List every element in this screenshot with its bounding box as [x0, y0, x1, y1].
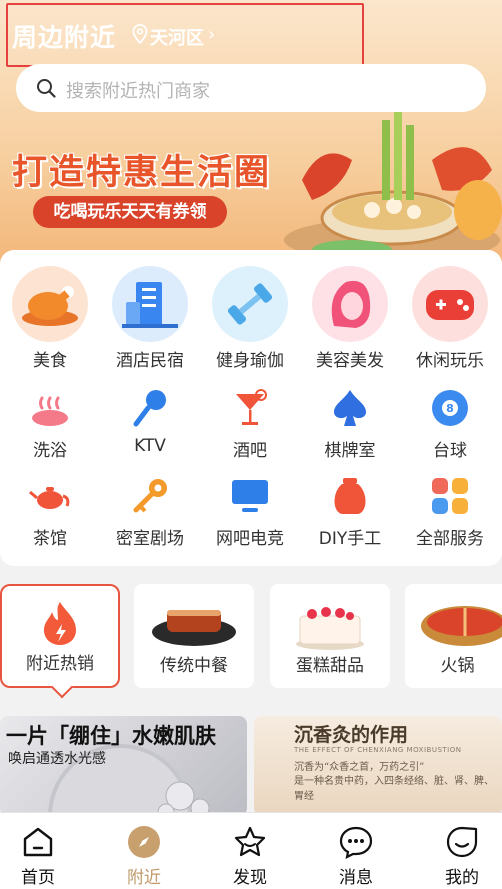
- hot-spring-icon: [28, 386, 72, 430]
- search-icon: [37, 79, 56, 98]
- category-chess[interactable]: 棋牌室: [300, 386, 400, 461]
- search-bar[interactable]: 搜索附近热门商家: [16, 64, 486, 112]
- card-cake-dessert[interactable]: 蛋糕甜品: [270, 584, 390, 688]
- home-icon: [23, 827, 53, 857]
- key-icon: [128, 474, 172, 518]
- tab-home[interactable]: 首页: [0, 813, 88, 889]
- cake-image: [296, 607, 364, 650]
- teapot-icon: [28, 474, 72, 518]
- card-label: 火锅: [440, 656, 475, 676]
- category-label: 台球: [433, 441, 467, 461]
- tab-label: 消息: [339, 868, 373, 888]
- category-grid: 美食 酒店民宿 健身瑜伽 美容美发 休闲玩乐 洗浴 KTV 酒吧 棋牌室 8 台…: [0, 250, 502, 566]
- tab-discover[interactable]: 发现: [200, 813, 300, 889]
- monitor-icon: [228, 474, 272, 518]
- category-diy[interactable]: DIY手工: [300, 474, 400, 549]
- card-label: 传统中餐: [160, 656, 228, 676]
- category-label: 密室剧场: [116, 529, 184, 549]
- category-label: 酒吧: [233, 441, 267, 461]
- category-escape-room[interactable]: 密室剧场: [100, 474, 200, 549]
- card-label: 附近热销: [26, 654, 94, 674]
- billiard-ball-icon: 8: [428, 386, 472, 430]
- category-label: 酒店民宿: [116, 351, 184, 371]
- hotpot-image: [421, 606, 502, 646]
- card-hotpot[interactable]: 火锅: [405, 584, 502, 688]
- compass-icon: [128, 826, 160, 858]
- category-label: 茶馆: [33, 529, 67, 549]
- food-banner-image: [284, 110, 502, 262]
- category-bath[interactable]: 洗浴: [0, 386, 100, 461]
- category-label: 全部服务: [416, 529, 484, 549]
- banner-coupon-button[interactable]: 吃喝玩乐天天有券领: [33, 196, 227, 228]
- vase-icon: [328, 474, 372, 518]
- smile-face-icon: [446, 826, 478, 858]
- woman-face-icon: [312, 266, 388, 342]
- location-pin-icon[interactable]: [132, 24, 148, 44]
- promo-text-line: 是一种名贵中药，入四条经络、脏、肾、脾、胃经: [294, 776, 494, 802]
- cocktail-icon: [228, 386, 272, 430]
- category-fitness[interactable]: 健身瑜伽: [200, 266, 300, 371]
- promo-subtitle: THE EFFECT OF CHENXIANG MOXIBUSTION: [294, 746, 462, 754]
- category-label: 洗浴: [33, 441, 67, 461]
- category-billiards[interactable]: 8 台球: [400, 386, 500, 461]
- tab-label: 发现: [233, 868, 267, 888]
- category-bar[interactable]: 酒吧: [200, 386, 300, 461]
- category-label: 健身瑜伽: [216, 351, 284, 371]
- chevron-right-icon[interactable]: ›: [208, 24, 215, 45]
- category-label: DIY手工: [318, 529, 382, 549]
- tab-label: 附近: [127, 868, 161, 888]
- category-beauty[interactable]: 美容美发: [300, 266, 400, 371]
- category-label: 网吧电竞: [216, 529, 284, 549]
- district-selector[interactable]: 天河区: [150, 24, 204, 50]
- promo-text-line: 沉香为“众香之首，万药之引”: [294, 762, 425, 773]
- fire-icon: [44, 602, 76, 645]
- page-title: 周边附近: [12, 23, 117, 52]
- category-label: 棋牌室: [324, 441, 376, 461]
- braised-pork-image: [152, 610, 236, 646]
- tab-profile[interactable]: 我的: [412, 813, 502, 889]
- chat-bubble-icon: [339, 826, 373, 859]
- category-leisure[interactable]: 休闲玩乐: [400, 266, 500, 371]
- category-label: 休闲玩乐: [416, 351, 484, 371]
- category-all-services[interactable]: 全部服务: [400, 474, 500, 549]
- category-hotel[interactable]: 酒店民宿: [100, 266, 200, 371]
- category-food[interactable]: 美食: [0, 266, 100, 371]
- svg-text:8: 8: [446, 402, 454, 415]
- food-card-row: 附近热销 传统中餐 蛋糕甜品 火锅: [0, 584, 502, 690]
- card-label: 蛋糕甜品: [296, 656, 364, 676]
- category-label: 美容美发: [316, 351, 384, 371]
- promo-moxibustion[interactable]: 沉香灸的作用 THE EFFECT OF CHENXIANG MOXIBUSTI…: [254, 716, 502, 816]
- category-label: 美食: [33, 351, 67, 371]
- promo-title: 一片「绷住」水嫩肌肤: [6, 724, 216, 748]
- tab-label: 首页: [21, 868, 55, 888]
- microphone-icon: [128, 386, 172, 430]
- category-esports[interactable]: 网吧电竞: [200, 474, 300, 549]
- hotel-building-icon: [112, 266, 188, 342]
- tab-nearby[interactable]: 附近: [94, 813, 194, 889]
- promo-skincare[interactable]: 一片「绷住」水嫩肌肤 唤启通透水光感: [0, 716, 247, 816]
- star-icon: [234, 826, 266, 857]
- promo-subtitle: 唤启通透水光感: [8, 751, 106, 767]
- roast-chicken-icon: [12, 266, 88, 342]
- promo-title: 沉香灸的作用: [294, 724, 409, 746]
- tab-label: 我的: [445, 868, 479, 888]
- dumbbell-icon: [212, 266, 288, 342]
- card-chinese-food[interactable]: 传统中餐: [134, 584, 254, 688]
- search-input[interactable]: 搜索附近热门商家: [66, 77, 210, 103]
- category-ktv[interactable]: KTV: [100, 386, 200, 456]
- category-teahouse[interactable]: 茶馆: [0, 474, 100, 549]
- spade-icon: [328, 386, 372, 430]
- gamepad-icon: [412, 266, 488, 342]
- bottom-tab-bar: 首页 附近 发现 消息 我的: [0, 812, 502, 889]
- tab-messages[interactable]: 消息: [306, 813, 406, 889]
- grid-icon: [428, 474, 472, 518]
- hero-header: 周边附近 天河区 › 搜索附近热门商家 打造特惠生活圈 吃喝玩乐天天有券领: [0, 0, 502, 262]
- banner-title: 打造特惠生活圈: [12, 153, 272, 193]
- card-nearby-hot[interactable]: 附近热销: [0, 584, 120, 688]
- category-label: KTV: [134, 436, 166, 456]
